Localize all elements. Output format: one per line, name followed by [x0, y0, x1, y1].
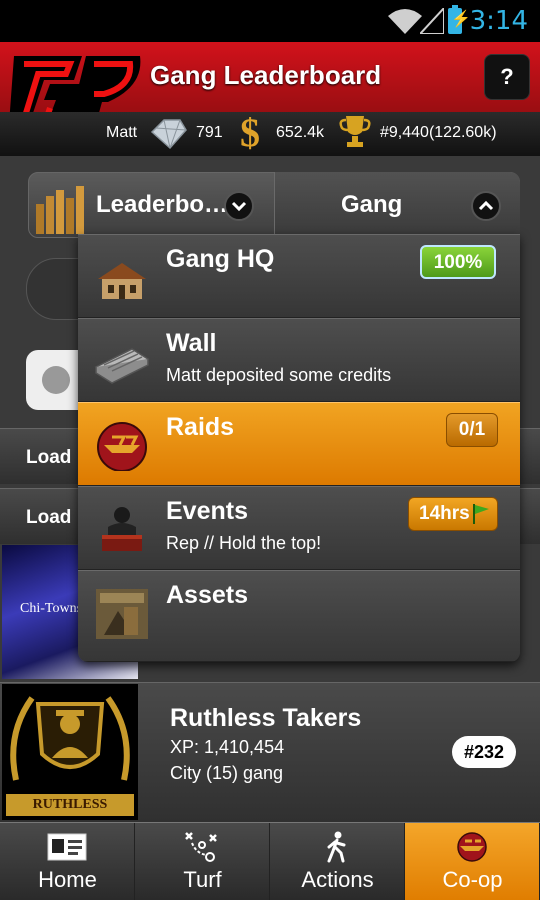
- gp-emblem-icon: [457, 832, 487, 862]
- menu-item-title: Wall: [166, 329, 217, 357]
- raids-count-badge: 0/1: [446, 413, 498, 447]
- flag-icon: [473, 504, 489, 524]
- tab-label: Actions: [301, 867, 374, 892]
- menu-item-events[interactable]: Events Rep // Hold the top! 14hrs: [78, 486, 520, 570]
- player-rank: #9,440(122.60k): [380, 124, 497, 141]
- tactics-icon: [185, 832, 217, 862]
- gang-banner: RUTHLESS TAKERS: [6, 794, 134, 820]
- tab-home[interactable]: Home: [0, 823, 135, 900]
- cash-amount: 652.4k: [276, 124, 325, 141]
- id-card-icon: [47, 833, 87, 861]
- trophy-icon: [339, 116, 371, 147]
- menu-item-title: Raids: [166, 413, 235, 441]
- gang-emblem-icon: [10, 696, 130, 781]
- gp-emblem-icon: [97, 422, 147, 471]
- diamond-icon: [150, 119, 187, 150]
- dollar-icon: $: [240, 112, 260, 152]
- menu-item-wall[interactable]: Wall Matt deposited some credits: [78, 318, 520, 402]
- diamond-count: 791: [196, 124, 223, 141]
- progress-badge: 100%: [420, 245, 496, 279]
- building-icon: [98, 263, 146, 299]
- event-icon: [102, 507, 142, 551]
- gang-rank-badge: #232: [452, 736, 516, 768]
- tab-label: Home: [38, 867, 97, 892]
- menu-item-title: Events: [166, 497, 248, 525]
- assets-icon: [96, 589, 148, 639]
- page-title: Gang Leaderboard: [150, 60, 382, 90]
- svg-text:$: $: [240, 112, 260, 152]
- chevron-up-icon: [478, 200, 494, 211]
- gang-xp: XP: 1,410,454: [170, 737, 285, 757]
- cash-stack-icon: [94, 348, 150, 384]
- gang-dropdown-header[interactable]: Gang: [274, 172, 520, 238]
- help-button[interactable]: ?: [484, 54, 530, 100]
- menu-item-raids[interactable]: Raids 0/1: [78, 402, 520, 486]
- status-clock: 3:14: [469, 6, 528, 36]
- menu-item-title: Assets: [166, 581, 248, 609]
- wifi-icon: [388, 9, 422, 34]
- menu-item-gang-hq[interactable]: Gang HQ 100%: [78, 234, 520, 318]
- menu-item-subtitle: Rep // Hold the top!: [166, 533, 322, 553]
- event-timer: 14hrs: [419, 503, 470, 524]
- gang-city: City (15) gang: [170, 763, 284, 783]
- tab-actions[interactable]: Actions: [270, 823, 405, 900]
- gang-logo: RUTHLESS TAKERS: [2, 684, 138, 820]
- tab-label: Co-op: [442, 867, 503, 892]
- signal-icon: [420, 8, 444, 34]
- tab-co-op[interactable]: Co-op: [405, 823, 540, 900]
- gang-menu: Gang HQ 100% Wall Matt deposited some cr…: [78, 234, 520, 662]
- battery-icon: ⚡: [448, 5, 471, 34]
- gang-dropdown: Gang Gang HQ 100% Wall Matt deposited so…: [28, 172, 520, 662]
- gang-dropdown-button[interactable]: [471, 191, 501, 221]
- gang-name: Ruthless Takers: [170, 704, 362, 732]
- walker-icon: [327, 831, 346, 863]
- username: Matt: [106, 124, 138, 141]
- menu-item-title: Gang HQ: [166, 245, 275, 273]
- gang-filter-label: Gang: [341, 191, 403, 218]
- bottom-nav: Home Turf Actions Co-op: [0, 822, 540, 900]
- event-timer-badge: 14hrs: [408, 497, 498, 531]
- menu-item-assets[interactable]: Assets: [78, 570, 520, 662]
- menu-item-subtitle: Matt deposited some credits: [166, 365, 392, 385]
- tab-turf[interactable]: Turf: [135, 823, 270, 900]
- tab-label: Turf: [183, 867, 222, 892]
- status-bar: ⚡ 3:14: [0, 0, 540, 42]
